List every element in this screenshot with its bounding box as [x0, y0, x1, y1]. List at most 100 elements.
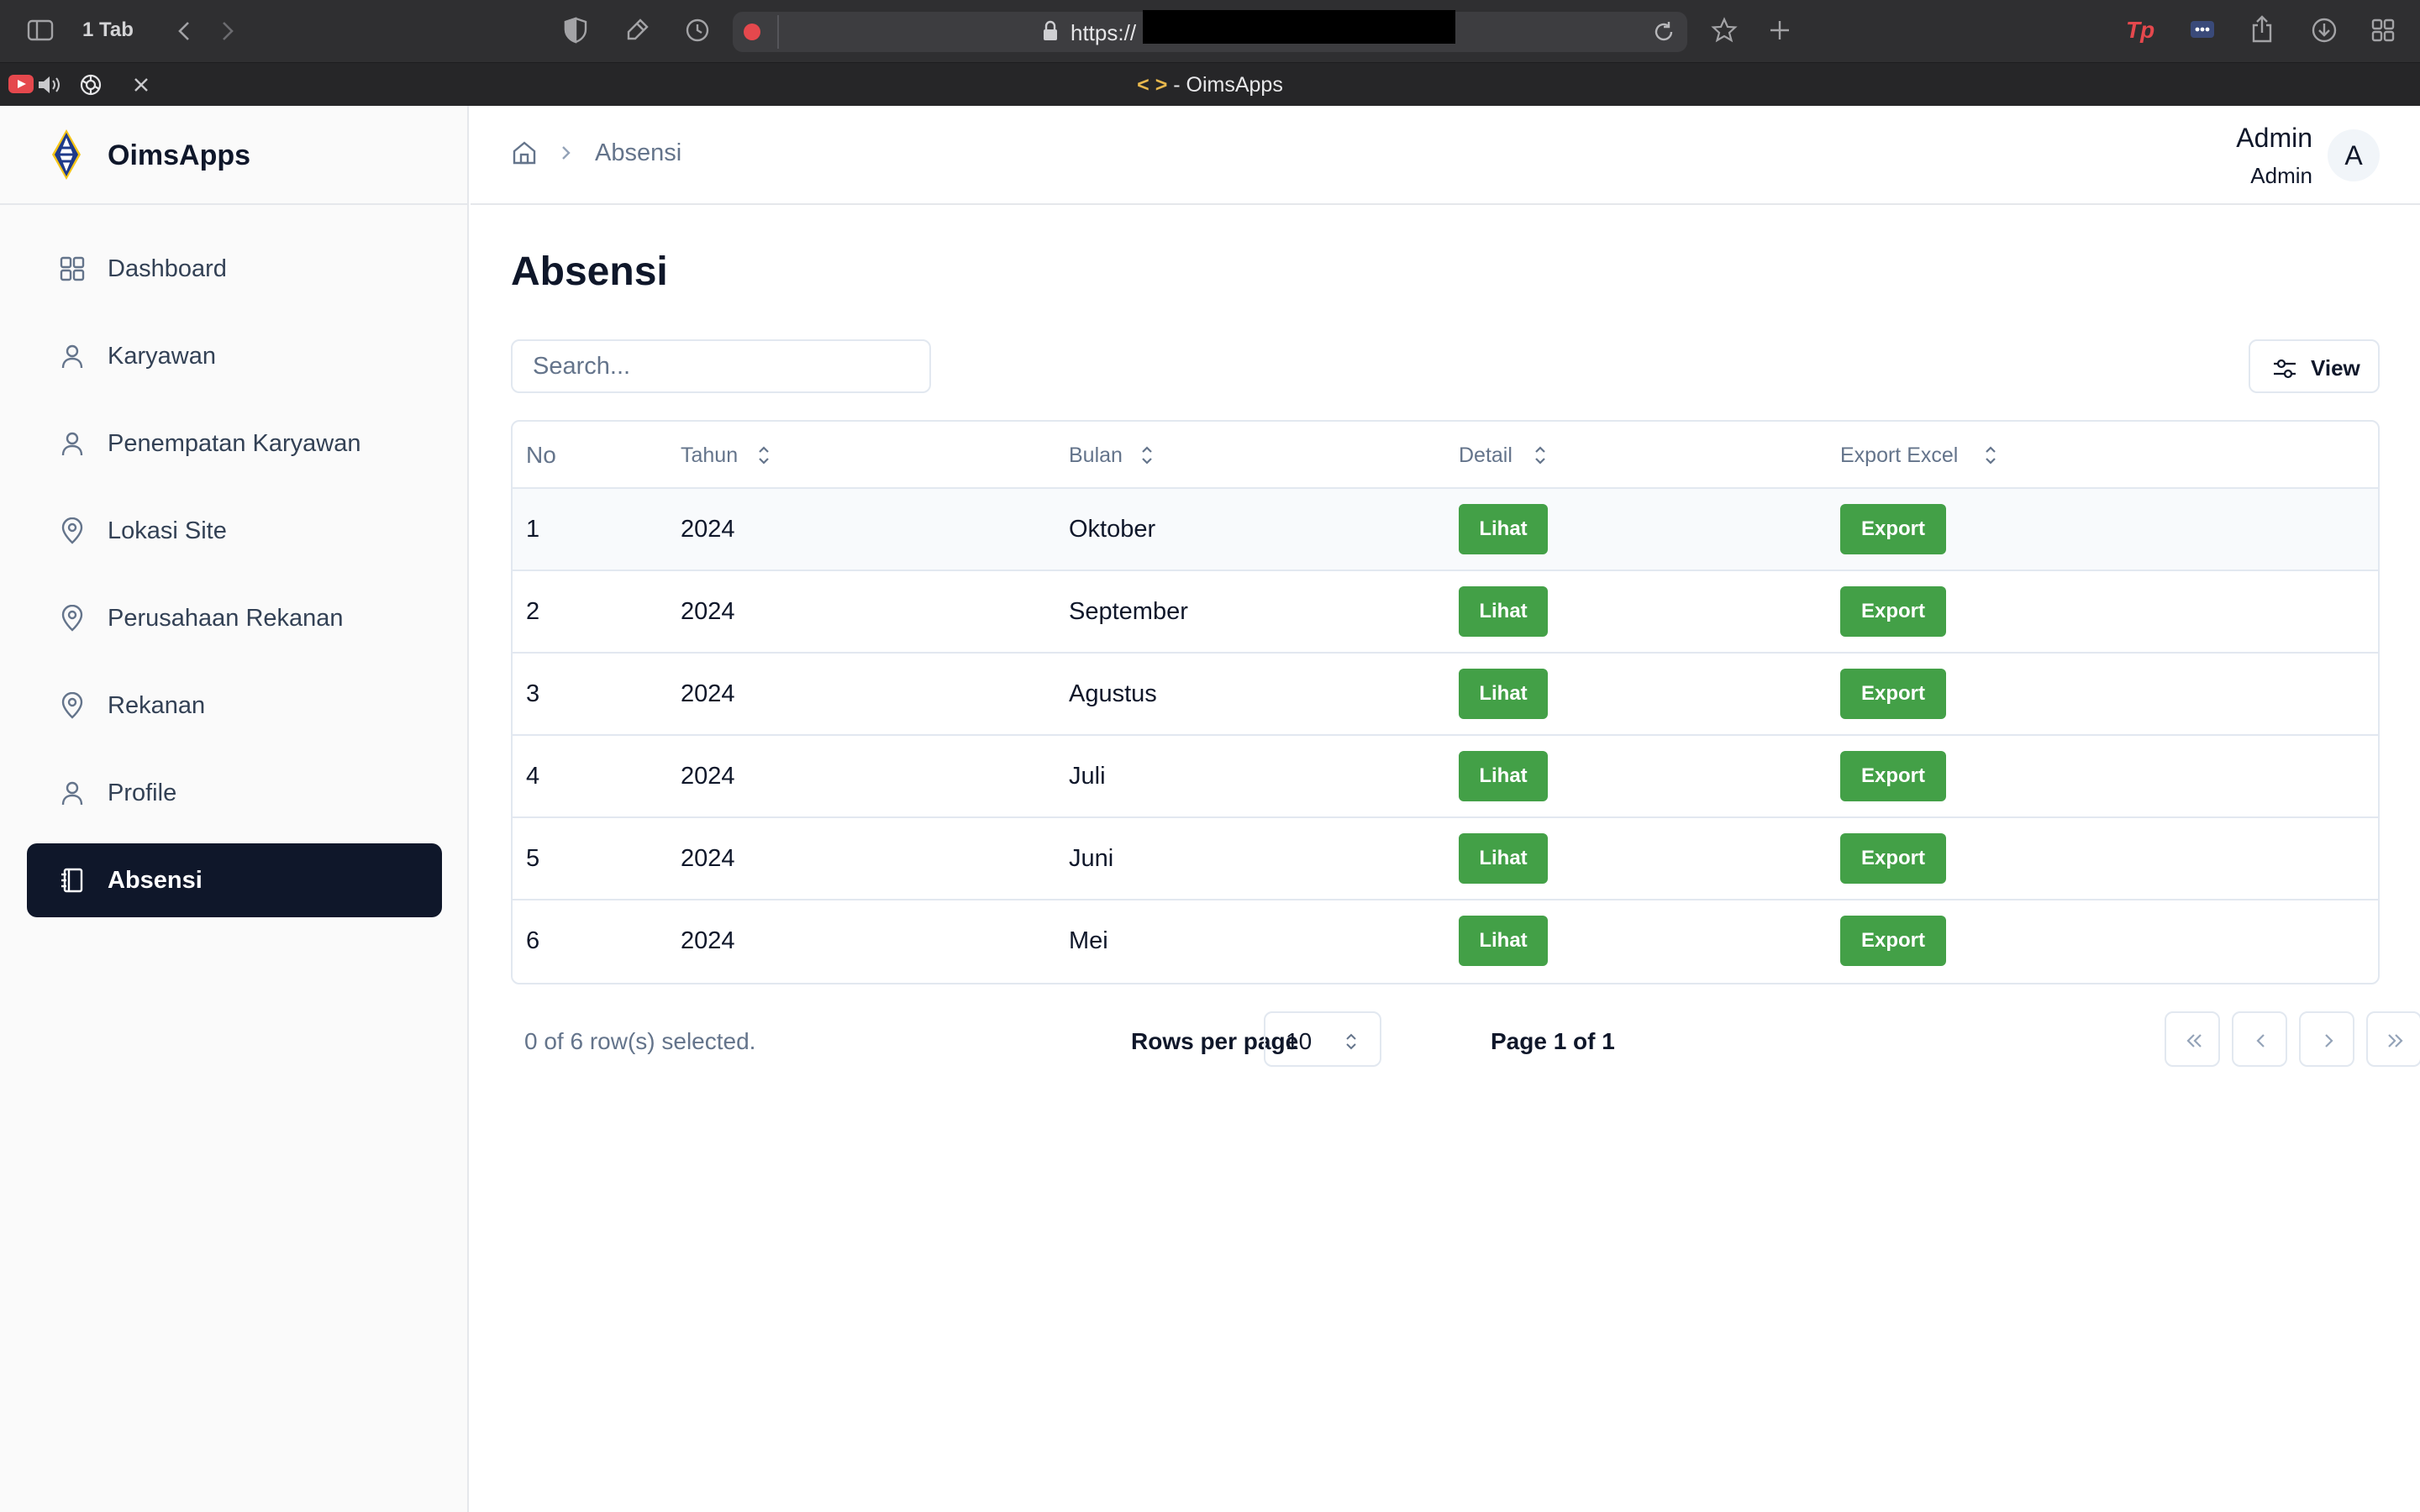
brand-header: OimsApps: [0, 106, 469, 205]
lihat-button[interactable]: Lihat: [1459, 751, 1548, 801]
column-header-label: Bulan: [1069, 444, 1123, 467]
selected-rows-status: 0 of 6 row(s) selected.: [524, 1028, 756, 1054]
bookmark-star-icon[interactable]: [1711, 17, 1738, 44]
sidebar-item-karyawan[interactable]: Karyawan: [27, 319, 442, 393]
share-icon[interactable]: [2250, 15, 2274, 44]
lihat-button[interactable]: Lihat: [1459, 916, 1548, 966]
breadcrumb-current: Absensi: [595, 139, 682, 166]
table-header: No Tahun Bulan Detail Export Excel: [513, 422, 2378, 489]
forward-icon[interactable]: [220, 20, 235, 42]
url-text[interactable]: https://: [1071, 20, 1136, 46]
cell-no: 2: [526, 598, 540, 625]
user-icon: [59, 430, 86, 457]
table-row[interactable]: 1 2024 Oktober Lihat Export: [513, 489, 2378, 571]
export-button[interactable]: Export: [1840, 504, 1946, 554]
top-bar: Absensi Admin Admin A: [471, 106, 2420, 205]
lihat-button[interactable]: Lihat: [1459, 669, 1548, 719]
table-row[interactable]: 5 2024 Juni Lihat Export: [513, 818, 2378, 900]
user-icon: [59, 343, 86, 370]
sidebar-item-absensi[interactable]: Absensi: [27, 843, 442, 917]
sidebar-item-penempatan-karyawan[interactable]: Penempatan Karyawan: [27, 407, 442, 480]
sidebar-item-label: Perusahaan Rekanan: [108, 605, 344, 632]
cell-no: 1: [526, 516, 540, 543]
breadcrumb-chevron-icon: [558, 141, 573, 165]
tab-bar: < > - OimsApps: [0, 62, 2420, 106]
home-icon[interactable]: [511, 139, 538, 166]
download-icon[interactable]: [2311, 17, 2338, 44]
cell-tahun: 2024: [681, 763, 735, 790]
sidebar-item-lokasi-site[interactable]: Lokasi Site: [27, 494, 442, 568]
avatar[interactable]: A: [2328, 129, 2380, 181]
column-header-bulan[interactable]: Bulan: [1069, 444, 1152, 468]
table-row[interactable]: 3 2024 Agustus Lihat Export: [513, 654, 2378, 736]
cell-no: 3: [526, 680, 540, 707]
first-page-button[interactable]: [2165, 1011, 2220, 1067]
column-header-label: Export Excel: [1840, 444, 1959, 467]
user-name: Admin: [2236, 123, 2312, 153]
grid-icon: [59, 255, 86, 282]
back-icon[interactable]: [176, 20, 192, 42]
last-page-button[interactable]: [2366, 1011, 2420, 1067]
sidebar-item-rekanan[interactable]: Rekanan: [27, 669, 442, 743]
next-page-button[interactable]: [2299, 1011, 2354, 1067]
tab-count-label[interactable]: 1 Tab: [82, 18, 134, 42]
main-content: Absensi View No Tahun Bulan Detail: [471, 205, 2420, 1512]
table-row[interactable]: 2 2024 September Lihat Export: [513, 571, 2378, 654]
sidebar-item-label: Absensi: [108, 867, 203, 894]
cell-bulan: Mei: [1069, 927, 1108, 954]
sidebar-item-label: Penempatan Karyawan: [108, 430, 361, 457]
sort-icon: [1983, 444, 1998, 467]
column-header-no: No: [526, 442, 556, 468]
browser-chrome: 1 Tab https:// Tp < > - OimsApps: [0, 0, 2420, 106]
cell-tahun: 2024: [681, 927, 735, 954]
cell-no: 6: [526, 927, 540, 954]
export-button[interactable]: Export: [1840, 586, 1946, 637]
cell-bulan: September: [1069, 598, 1188, 625]
password-extension-icon[interactable]: [2190, 18, 2215, 40]
page-title: Absensi: [511, 249, 668, 294]
sort-icon: [1533, 444, 1548, 467]
sidebar-item-dashboard[interactable]: Dashboard: [27, 232, 442, 306]
browser-toolbar: 1 Tab https:// Tp: [0, 0, 2420, 62]
table-row[interactable]: 4 2024 Juli Lihat Export: [513, 736, 2378, 818]
sidebar-toggle-icon[interactable]: [27, 18, 54, 42]
export-button[interactable]: Export: [1840, 669, 1946, 719]
reload-icon[interactable]: [1652, 20, 1676, 44]
column-header-tahun[interactable]: Tahun: [681, 444, 769, 468]
timer-icon[interactable]: [684, 17, 711, 44]
search-input[interactable]: [511, 339, 931, 393]
sidebar-item-label: Dashboard: [108, 255, 227, 282]
lihat-button[interactable]: Lihat: [1459, 586, 1548, 637]
sidebar-item-profile[interactable]: Profile: [27, 756, 442, 830]
view-button-label: View: [2311, 355, 2360, 381]
lihat-button[interactable]: Lihat: [1459, 833, 1548, 884]
active-tab-title[interactable]: < > - OimsApps: [0, 73, 2420, 97]
cell-tahun: 2024: [681, 516, 735, 543]
table-row[interactable]: 6 2024 Mei Lihat Export: [513, 900, 2378, 983]
previous-page-button[interactable]: [2232, 1011, 2287, 1067]
eyedropper-icon[interactable]: [623, 17, 650, 44]
recording-indicator-icon[interactable]: [744, 24, 760, 40]
sidebar-item-label: Lokasi Site: [108, 517, 227, 544]
shield-icon[interactable]: [563, 17, 588, 44]
lihat-button[interactable]: Lihat: [1459, 504, 1548, 554]
export-button[interactable]: Export: [1840, 751, 1946, 801]
column-header-export-excel[interactable]: Export Excel: [1840, 444, 1996, 468]
sidebar-item-perusahaan-rekanan[interactable]: Perusahaan Rekanan: [27, 581, 442, 655]
sidebar: OimsApps Dashboard Karyawan Penempatan K…: [0, 106, 469, 1512]
export-button[interactable]: Export: [1840, 916, 1946, 966]
new-tab-plus-icon[interactable]: [1768, 18, 1791, 42]
view-options-button[interactable]: View: [2249, 339, 2380, 393]
export-button[interactable]: Export: [1840, 833, 1946, 884]
cell-bulan: Oktober: [1069, 516, 1156, 543]
column-header-detail[interactable]: Detail: [1459, 444, 1545, 468]
cell-tahun: 2024: [681, 680, 735, 707]
chevron-up-down-icon: [1344, 1032, 1358, 1052]
sidebar-item-label: Profile: [108, 780, 177, 806]
cell-tahun: 2024: [681, 598, 735, 625]
rows-per-page-select[interactable]: 10: [1264, 1011, 1381, 1067]
tab-overview-icon[interactable]: [2371, 18, 2395, 42]
tp-extension-icon[interactable]: Tp: [2126, 17, 2154, 44]
brand-name[interactable]: OimsApps: [108, 139, 250, 172]
tab-title-text: - OimsApps: [1167, 73, 1283, 97]
